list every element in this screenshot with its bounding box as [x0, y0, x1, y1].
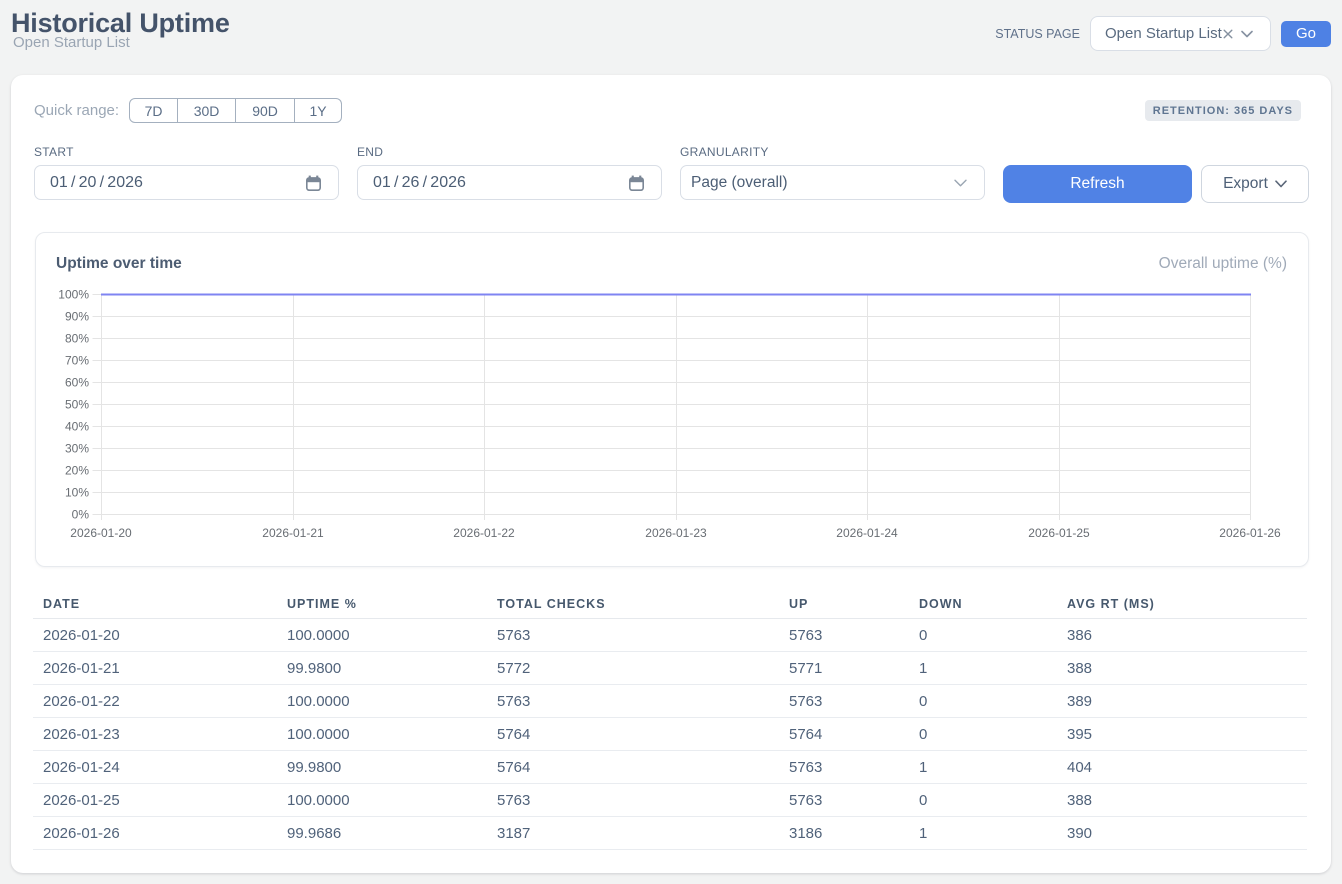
- svg-text:20%: 20%: [65, 464, 89, 478]
- svg-text:100%: 100%: [58, 288, 89, 302]
- svg-text:40%: 40%: [65, 420, 89, 434]
- svg-text:2026-01-22: 2026-01-22: [453, 526, 515, 540]
- svg-text:2026-01-21: 2026-01-21: [262, 526, 324, 540]
- svg-text:70%: 70%: [65, 354, 89, 368]
- svg-text:90%: 90%: [65, 310, 89, 324]
- svg-text:50%: 50%: [65, 398, 89, 412]
- svg-text:2026-01-25: 2026-01-25: [1028, 526, 1090, 540]
- svg-text:30%: 30%: [65, 442, 89, 456]
- svg-text:0%: 0%: [72, 508, 90, 522]
- svg-text:2026-01-26: 2026-01-26: [1219, 526, 1281, 540]
- svg-text:60%: 60%: [65, 376, 89, 390]
- svg-text:2026-01-20: 2026-01-20: [70, 526, 132, 540]
- svg-text:2026-01-23: 2026-01-23: [645, 526, 707, 540]
- svg-text:80%: 80%: [65, 332, 89, 346]
- svg-text:2026-01-24: 2026-01-24: [836, 526, 898, 540]
- svg-text:10%: 10%: [65, 486, 89, 500]
